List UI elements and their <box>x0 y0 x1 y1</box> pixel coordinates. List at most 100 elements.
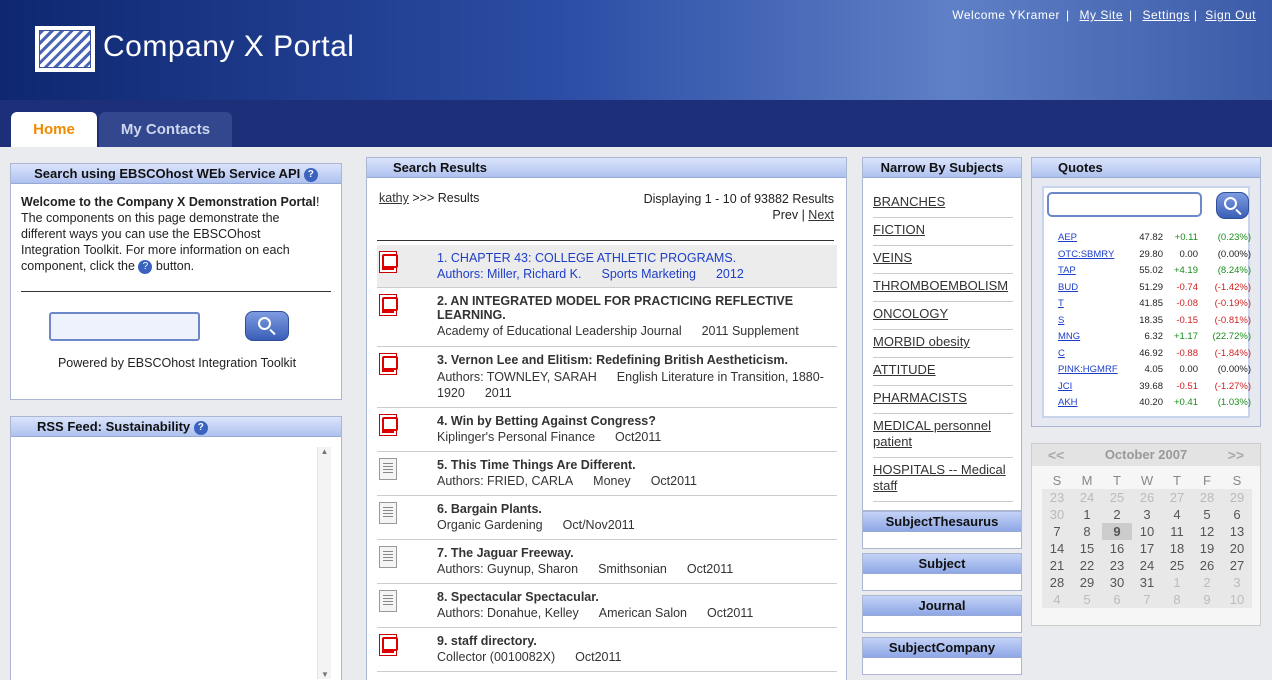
calendar-day[interactable]: 14 <box>1042 540 1072 557</box>
calendar-day[interactable]: 4 <box>1162 506 1192 523</box>
quote-symbol-link[interactable]: S <box>1058 315 1064 326</box>
result-item[interactable]: 2. AN INTEGRATED MODEL FOR PRACTICING RE… <box>377 288 837 347</box>
quote-search-input[interactable] <box>1047 192 1202 217</box>
calendar-day[interactable]: 26 <box>1132 489 1162 506</box>
calendar-day[interactable]: 29 <box>1072 574 1102 591</box>
result-title[interactable]: 1. CHAPTER 43: COLLEGE ATHLETIC PROGRAMS… <box>437 251 827 265</box>
result-title[interactable]: 7. The Jaguar Freeway. <box>437 546 827 560</box>
result-title[interactable]: 9. staff directory. <box>437 634 827 648</box>
calendar-day[interactable]: 19 <box>1192 540 1222 557</box>
subject-link[interactable]: ONCOLOGY <box>873 306 948 321</box>
quote-symbol-link[interactable]: JCI <box>1058 381 1072 392</box>
result-item[interactable]: 5. This Time Things Are Different. Author… <box>377 452 837 496</box>
quote-symbol-link[interactable]: TAP <box>1058 265 1076 276</box>
calendar-day[interactable]: 17 <box>1132 540 1162 557</box>
result-title[interactable]: 5. This Time Things Are Different. <box>437 458 827 472</box>
calendar-day[interactable]: 28 <box>1042 574 1072 591</box>
calendar-day[interactable]: 4 <box>1042 591 1072 608</box>
calendar-day[interactable]: 28 <box>1192 489 1222 506</box>
help-icon[interactable]: ? <box>303 167 318 182</box>
result-item[interactable]: 4. Win by Betting Against Congress? Kipli… <box>377 408 837 452</box>
calendar-day[interactable]: 5 <box>1192 506 1222 523</box>
facet-subjectthesaurus[interactable]: SubjectThesaurus <box>862 511 1022 549</box>
quote-search-button[interactable] <box>1216 192 1249 219</box>
result-item[interactable]: 1. CHAPTER 43: COLLEGE ATHLETIC PROGRAMS… <box>377 245 837 288</box>
facet-journal[interactable]: Journal <box>862 595 1022 633</box>
tab-home[interactable]: Home <box>11 112 97 147</box>
result-item[interactable]: 3. Vernon Lee and Elitism: Redefining Br… <box>377 347 837 408</box>
calendar-day[interactable]: 9 <box>1192 591 1222 608</box>
result-title[interactable]: 8. Spectacular Spectacular. <box>437 590 827 604</box>
calendar-day[interactable]: 26 <box>1192 557 1222 574</box>
help-icon[interactable]: ? <box>138 259 153 274</box>
tab-my-contacts[interactable]: My Contacts <box>99 112 232 147</box>
my-site-link[interactable]: My Site <box>1079 8 1123 22</box>
subject-link[interactable]: PHARMACISTS <box>873 390 967 405</box>
calendar-day[interactable]: 12 <box>1192 523 1222 540</box>
facet-subject[interactable]: Subject <box>862 553 1022 591</box>
calendar-day[interactable]: 15 <box>1072 540 1102 557</box>
subject-link[interactable]: BRANCHES <box>873 194 945 209</box>
calendar-day[interactable]: 23 <box>1042 489 1072 506</box>
subject-link[interactable]: ATTITUDE <box>873 362 936 377</box>
settings-link[interactable]: Settings <box>1142 8 1189 22</box>
calendar-day[interactable]: 2 <box>1102 506 1132 523</box>
scroll-up-icon[interactable]: ▲ <box>318 447 331 456</box>
calendar-day[interactable]: 13 <box>1222 523 1252 540</box>
subject-link[interactable]: THROMBOEMBOLISM <box>873 278 1008 293</box>
calendar-day[interactable]: 22 <box>1072 557 1102 574</box>
calendar-day[interactable]: 30 <box>1102 574 1132 591</box>
calendar-day[interactable]: 6 <box>1222 506 1252 523</box>
document-icon[interactable] <box>379 546 397 568</box>
subject-link[interactable]: FICTION <box>873 222 925 237</box>
quote-symbol-link[interactable]: BUD <box>1058 282 1078 293</box>
document-icon[interactable] <box>379 502 397 524</box>
calendar-day[interactable]: 25 <box>1162 557 1192 574</box>
pdf-icon[interactable] <box>379 353 398 375</box>
quote-symbol-link[interactable]: OTC:SBMRY <box>1058 249 1114 260</box>
next-link[interactable]: Next <box>808 208 834 222</box>
calendar-day[interactable]: 11 <box>1162 523 1192 540</box>
calendar-day[interactable]: 21 <box>1042 557 1072 574</box>
calendar-day[interactable]: 16 <box>1102 540 1132 557</box>
rss-scrollbar[interactable]: ▲ ▼ <box>317 447 331 679</box>
calendar-day[interactable]: 9 <box>1102 523 1132 540</box>
facet-subjectcompany[interactable]: SubjectCompany <box>862 637 1022 675</box>
calendar-day[interactable]: 8 <box>1072 523 1102 540</box>
calendar-day[interactable]: 1 <box>1072 506 1102 523</box>
calendar-day[interactable]: 29 <box>1222 489 1252 506</box>
calendar-prev-button[interactable]: << <box>1048 444 1064 466</box>
result-title[interactable]: 4. Win by Betting Against Congress? <box>437 414 827 428</box>
result-item[interactable]: 7. The Jaguar Freeway. Authors: Guynup, S… <box>377 540 837 584</box>
result-title[interactable]: 3. Vernon Lee and Elitism: Redefining Br… <box>437 353 827 367</box>
pdf-icon[interactable] <box>379 414 398 436</box>
calendar-day[interactable]: 20 <box>1222 540 1252 557</box>
search-button[interactable] <box>245 311 289 341</box>
calendar-day[interactable]: 7 <box>1132 591 1162 608</box>
calendar-day[interactable]: 27 <box>1162 489 1192 506</box>
result-item[interactable]: 6. Bargain Plants. Organic Gardening Oct/N… <box>377 496 837 540</box>
calendar-day[interactable]: 24 <box>1072 489 1102 506</box>
quote-symbol-link[interactable]: C <box>1058 348 1065 359</box>
pdf-icon[interactable] <box>379 634 398 656</box>
pdf-icon[interactable] <box>379 251 398 273</box>
calendar-day[interactable]: 27 <box>1222 557 1252 574</box>
calendar-day[interactable]: 3 <box>1132 506 1162 523</box>
calendar-day[interactable]: 24 <box>1132 557 1162 574</box>
calendar-day[interactable]: 31 <box>1132 574 1162 591</box>
quote-symbol-link[interactable]: PINK:HGMRF <box>1058 364 1118 375</box>
calendar-day[interactable]: 7 <box>1042 523 1072 540</box>
calendar-day[interactable]: 10 <box>1222 591 1252 608</box>
result-item[interactable]: 9. staff directory. Collector (0010082X) O… <box>377 628 837 672</box>
subject-link[interactable]: MORBID obesity <box>873 334 970 349</box>
document-icon[interactable] <box>379 458 397 480</box>
search-input[interactable] <box>49 312 200 341</box>
document-icon[interactable] <box>379 590 397 612</box>
result-item[interactable]: 8. Spectacular Spectacular. Authors: Dona… <box>377 584 837 628</box>
subject-link[interactable]: HOSPITALS -- Medical staff <box>873 462 1006 493</box>
help-icon[interactable]: ? <box>193 420 208 435</box>
subject-link[interactable]: MEDICAL personnel patient <box>873 418 991 449</box>
pdf-icon[interactable] <box>379 294 398 316</box>
calendar-day[interactable]: 1 <box>1162 574 1192 591</box>
quote-symbol-link[interactable]: MNG <box>1058 331 1080 342</box>
